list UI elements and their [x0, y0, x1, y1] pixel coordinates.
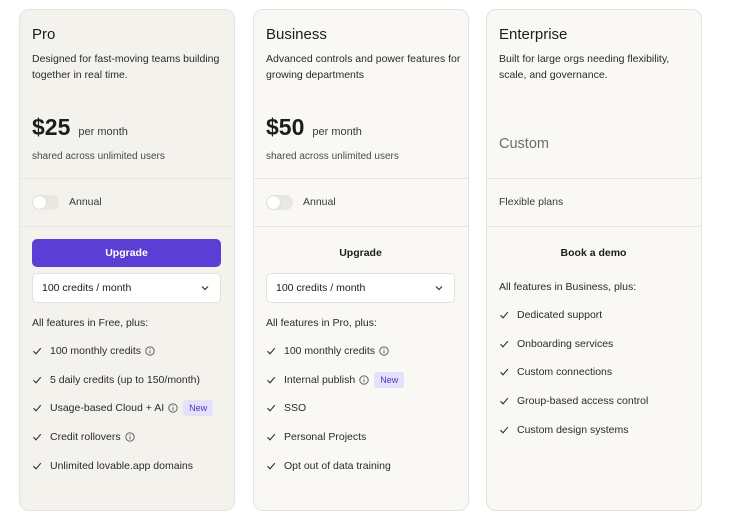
check-icon [500, 397, 509, 405]
plan-card-business: Business Advanced controls and power fea… [253, 9, 469, 511]
feature-label: Personal Projects [284, 431, 367, 444]
feature-item: Credit rollovers [32, 431, 232, 460]
divider [487, 178, 701, 179]
check-icon [267, 405, 276, 412]
upgrade-button[interactable]: Upgrade [266, 239, 455, 267]
feature-label: Internal publish [284, 373, 356, 386]
feature-label: Group-based access control [517, 395, 649, 408]
info-icon[interactable] [145, 346, 155, 356]
info-icon[interactable] [168, 403, 178, 414]
plan-card-pro: Pro Designed for fast-moving teams build… [19, 9, 235, 511]
price-note: shared across unlimited users [266, 151, 399, 162]
feature-list: 100 monthly credits Internal publish New SS… [266, 345, 466, 488]
info-icon[interactable] [124, 432, 135, 442]
feature-label: Unlimited lovable.app domains [50, 459, 193, 472]
feature-label: SSO [284, 402, 307, 415]
info-icon[interactable] [379, 346, 389, 356]
upgrade-button[interactable]: Upgrade [32, 239, 221, 267]
feature-item: Internal publish New [266, 371, 466, 403]
plan-name: Pro [32, 26, 56, 43]
feature-label: Custom design systems [517, 423, 629, 436]
plan-name: Business [266, 26, 327, 43]
check-icon [33, 376, 42, 384]
feature-label: 5 daily credits (up to 150/month) [50, 373, 200, 386]
annual-label: Annual [303, 196, 336, 208]
feature-item: Custom connections [499, 366, 699, 395]
plan-name: Enterprise [499, 26, 568, 43]
feature-item: Unlimited lovable.app domains [32, 460, 232, 489]
feature-list: Dedicated support Onboarding services Cust… [499, 309, 699, 452]
check-icon [267, 376, 276, 384]
check-icon [500, 426, 509, 434]
credits-select[interactable]: 100 credits / month [32, 273, 221, 303]
pricing-plans: Pro Designed for fast-moving teams build… [0, 0, 733, 511]
annual-label: Annual [69, 196, 102, 208]
divider [254, 178, 468, 179]
plan-price: Custom [499, 136, 549, 152]
feature-item: Custom design systems [499, 424, 699, 453]
feature-label: Custom connections [517, 366, 613, 379]
divider [20, 178, 234, 179]
check-icon [267, 347, 276, 355]
feature-item: Personal Projects [266, 431, 466, 460]
annual-billing-toggle[interactable] [266, 195, 293, 210]
divider [20, 226, 234, 227]
credits-select[interactable]: 100 credits / month [266, 273, 455, 303]
plan-description: Designed for fast-moving teams building … [32, 53, 220, 81]
info-icon[interactable] [359, 375, 369, 385]
feature-item: Dedicated support [499, 309, 699, 338]
features-heading: All features in Free, plus: [32, 317, 149, 329]
plan-card-enterprise: Enterprise Built for large orgs needing … [486, 9, 702, 511]
price-row: $50 per month [266, 114, 362, 141]
plan-description: Built for large orgs needing flexibility… [499, 53, 670, 81]
plan-price: $50 [266, 114, 305, 140]
feature-item: Group-based access control [499, 395, 699, 424]
new-badge: New [374, 371, 405, 388]
flexible-plans-label: Flexible plans [499, 196, 564, 208]
feature-item: 100 monthly credits [32, 345, 232, 374]
features-heading: All features in Pro, plus: [266, 317, 377, 329]
feature-item: 5 daily credits (up to 150/month) [32, 374, 232, 403]
toggle-knob [267, 196, 280, 209]
plan-price: $25 [32, 114, 71, 140]
book-demo-button[interactable]: Book a demo [499, 239, 688, 267]
toggle-knob [33, 196, 46, 209]
check-icon [500, 340, 509, 348]
price-period: per month [312, 126, 362, 138]
plan-description: Advanced controls and power features for… [266, 53, 461, 81]
feature-item: 100 monthly credits [266, 345, 466, 374]
feature-label: 100 monthly credits [284, 345, 376, 357]
new-badge: New [183, 400, 214, 417]
check-icon [500, 369, 509, 376]
check-icon [33, 405, 42, 412]
feature-item: Onboarding services [499, 338, 699, 367]
feature-item: Opt out of data training [266, 460, 466, 489]
feature-list: 100 monthly credits 5 daily credits (up t… [32, 345, 232, 488]
credits-select-value: 100 credits / month [276, 282, 366, 294]
feature-label: Opt out of data training [284, 459, 391, 472]
feature-label: Credit rollovers [50, 431, 121, 444]
check-icon [267, 433, 276, 441]
credits-select-value: 100 credits / month [42, 282, 132, 294]
feature-label: Dedicated support [517, 309, 603, 321]
chevron-down-icon [201, 286, 209, 291]
divider [487, 226, 701, 227]
features-heading: All features in Business, plus: [499, 281, 637, 293]
check-icon [33, 462, 42, 470]
annual-billing-toggle[interactable] [32, 195, 59, 210]
divider [254, 226, 468, 227]
feature-label: Usage-based Cloud + AI [50, 402, 165, 415]
chevron-down-icon [435, 286, 443, 291]
check-icon [267, 462, 276, 470]
check-icon [33, 347, 42, 355]
feature-item: Usage-based Cloud + AI New [32, 400, 232, 431]
feature-label: Onboarding services [517, 337, 614, 350]
price-row: $25 per month [32, 114, 128, 141]
check-icon [500, 311, 509, 319]
price-period: per month [78, 126, 128, 138]
check-icon [33, 433, 42, 441]
feature-label: 100 monthly credits [50, 345, 142, 357]
feature-item: SSO [266, 402, 466, 431]
price-note: shared across unlimited users [32, 151, 165, 162]
